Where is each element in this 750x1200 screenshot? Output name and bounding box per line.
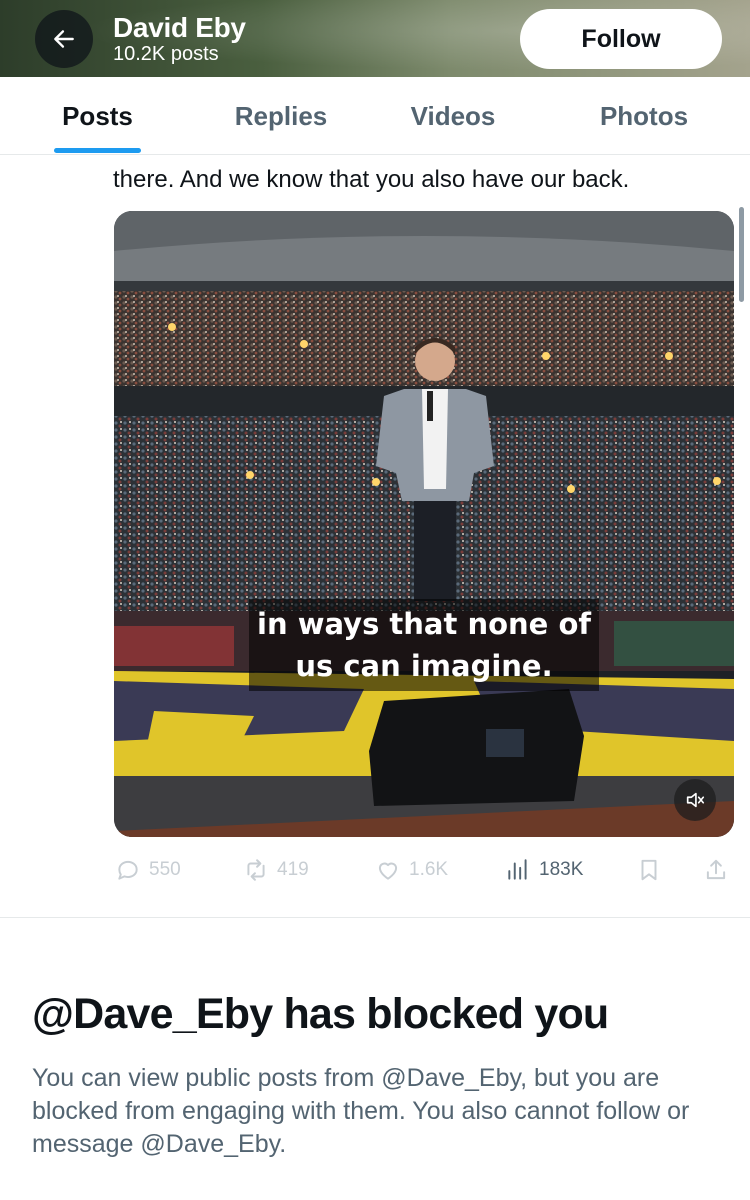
analytics-icon — [508, 859, 527, 880]
post-actions: 550 419 1.6K 183K — [113, 850, 733, 890]
caption-line-1: in ways that none of — [257, 607, 591, 641]
follow-button[interactable]: Follow — [520, 9, 722, 69]
like-button[interactable]: 1.6K — [375, 850, 448, 890]
reply-icon — [118, 860, 138, 880]
profile-header: David Eby 10.2K posts Follow — [0, 0, 750, 77]
heart-icon — [378, 862, 398, 880]
bookmark-icon — [641, 859, 657, 881]
repost-icon — [247, 859, 265, 881]
back-button[interactable] — [35, 10, 93, 68]
bookmark-button[interactable] — [636, 850, 662, 890]
tab-replies[interactable]: Replies — [215, 77, 347, 155]
reply-count: 550 — [149, 859, 181, 880]
like-count: 1.6K — [409, 859, 449, 880]
video-frame — [114, 211, 734, 837]
active-tab-indicator — [54, 148, 141, 153]
tab-photos[interactable]: Photos — [580, 77, 708, 155]
mute-button[interactable] — [674, 779, 716, 821]
divider — [0, 917, 750, 918]
video-caption: in ways that none of us can imagine. — [249, 599, 599, 691]
repost-button[interactable]: 419 — [243, 850, 309, 890]
tab-videos[interactable]: Videos — [392, 77, 514, 155]
view-count: 183K — [539, 859, 584, 880]
speaker-muted-icon — [686, 792, 705, 808]
caption-line-2: us can imagine. — [295, 649, 553, 683]
reply-button[interactable]: 550 — [115, 850, 181, 890]
blocked-description: You can view public posts from @Dave_Eby… — [32, 1064, 690, 1158]
repost-count: 419 — [277, 859, 309, 880]
profile-name: David Eby — [113, 12, 246, 43]
views-button[interactable]: 183K — [505, 850, 583, 890]
post-video[interactable]: in ways that none of us can imagine. — [114, 211, 734, 837]
arrow-left-icon — [54, 30, 74, 48]
profile-tabs: Posts Replies Videos Photos — [0, 77, 750, 155]
scrollbar[interactable] — [739, 207, 744, 302]
post-count: 10.2K posts — [113, 43, 219, 65]
share-button[interactable] — [703, 850, 729, 890]
blocked-title: @Dave_Eby has blocked you — [32, 990, 609, 1038]
share-icon — [706, 859, 726, 880]
tab-posts[interactable]: Posts — [40, 77, 155, 155]
post-text: there. And we know that you also have ou… — [113, 166, 630, 193]
